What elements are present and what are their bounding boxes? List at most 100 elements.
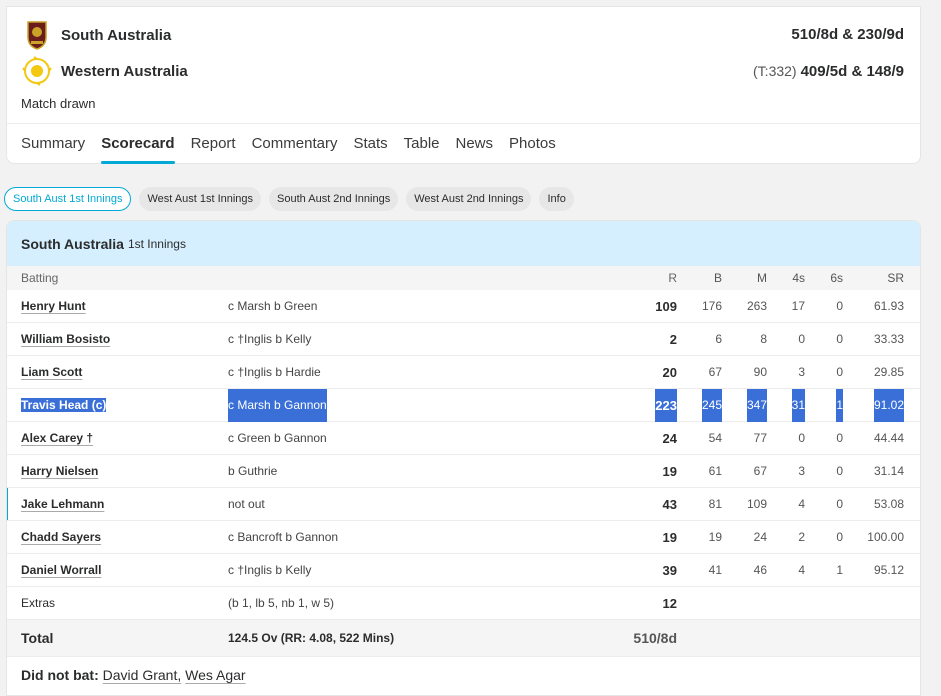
tab-stats[interactable]: Stats	[353, 124, 387, 164]
tab-summary[interactable]: Summary	[21, 124, 85, 164]
tab-report[interactable]: Report	[191, 124, 236, 164]
batter-runs: 223	[655, 389, 677, 422]
batter-fours: 3	[798, 365, 805, 379]
header-strike-rate: SR	[887, 271, 904, 285]
batter-dismissal: c Bancroft b Gannon	[228, 530, 339, 544]
batter-runs: 19	[662, 530, 677, 545]
batter-name[interactable]: Travis Head (c)	[21, 389, 107, 422]
batter-strike-rate: 91.02	[873, 389, 904, 422]
tab-commentary[interactable]: Commentary	[252, 124, 338, 164]
header-sixes: 6s	[830, 271, 843, 285]
batter-name[interactable]: Harry Nielsen	[21, 455, 98, 488]
total-overs: 124.5 Ov (RR: 4.08, 522 Mins)	[228, 631, 395, 645]
batter-balls: 54	[708, 431, 722, 445]
batter-name-link[interactable]: Liam Scott	[21, 365, 82, 379]
batter-name-link[interactable]: Daniel Worrall	[21, 563, 101, 577]
pill-south-aust-2nd-innings[interactable]: South Aust 2nd Innings	[269, 187, 399, 211]
batter-sixes: 0	[836, 365, 843, 379]
batter-balls: 81	[708, 497, 722, 511]
batter-fours: 2	[798, 530, 805, 544]
batter-dismissal: not out	[228, 497, 265, 511]
pill-south-aust-1st-innings[interactable]: South Aust 1st Innings	[4, 187, 132, 211]
pill-west-aust-2nd-innings[interactable]: West Aust 2nd Innings	[406, 187, 532, 211]
did-not-bat-player[interactable]: Wes Agar	[185, 667, 245, 683]
batter-name[interactable]: Henry Hunt	[21, 290, 86, 323]
batter-runs: 43	[662, 497, 677, 512]
batter-fours: 0	[798, 332, 805, 346]
batter-row: Alex Carey † c Green b Gannon 24 54 77 0 0 44.4…	[7, 422, 920, 455]
batter-fours: 4	[798, 563, 805, 577]
innings-label: 1st Innings	[127, 236, 186, 251]
pill-info[interactable]: Info	[539, 187, 574, 211]
batter-runs: 24	[662, 431, 677, 446]
batter-balls: 41	[708, 563, 722, 577]
batter-strike-rate: 33.33	[873, 332, 904, 346]
batter-name[interactable]: Chadd Sayers	[21, 521, 101, 554]
team2-target: (T:332)	[753, 63, 797, 79]
team2-score-block: (T:332) 409/5d & 148/9	[753, 63, 904, 80]
team-row-south-australia[interactable]: South Australia	[21, 20, 171, 50]
batter-sixes: 0	[836, 530, 843, 544]
batter-minutes: 263	[746, 299, 767, 313]
batter-dismissal: c †Inglis b Kelly	[228, 332, 312, 346]
total-label: Total	[21, 630, 54, 646]
header-fours: 4s	[792, 271, 805, 285]
batter-row: Jake Lehmann not out 43 81 109 4 0 53.08	[7, 488, 920, 521]
tab-scorecard[interactable]: Scorecard	[101, 124, 175, 164]
pill-west-aust-1st-innings[interactable]: West Aust 1st Innings	[139, 187, 262, 211]
batter-fours: 4	[798, 497, 805, 511]
batter-minutes: 77	[753, 431, 767, 445]
batter-balls: 67	[708, 365, 722, 379]
batter-sixes: 0	[836, 299, 843, 313]
batter-name-link[interactable]: Henry Hunt	[21, 299, 86, 313]
total-row: Total 124.5 Ov (RR: 4.08, 522 Mins) 510/…	[7, 620, 920, 657]
batter-name[interactable]: William Bosisto	[21, 323, 110, 356]
batter-name-link[interactable]: Chadd Sayers	[21, 530, 101, 544]
batter-minutes: 46	[753, 563, 767, 577]
tab-photos[interactable]: Photos	[509, 124, 556, 164]
batter-row: Travis Head (c) c Marsh b Gannon 223 245 347…	[7, 389, 920, 422]
extras-row: Extras (b 1, lb 5, nb 1, w 5) 12	[7, 587, 920, 620]
batter-runs: 39	[662, 563, 677, 578]
batter-name[interactable]: Alex Carey †	[21, 422, 93, 455]
batter-name[interactable]: Jake Lehmann	[21, 488, 104, 521]
batter-row: Harry Nielsen b Guthrie 19 61 67 3 0 31.14	[7, 455, 920, 488]
batter-name-link[interactable]: Alex Carey †	[21, 431, 93, 445]
scorecard-panel: South Australia 1st Innings Batting R B …	[6, 220, 921, 696]
batter-row: Liam Scott c †Inglis b Hardie 20 67 90 3 0 29.8…	[7, 356, 920, 389]
batter-strike-rate: 61.93	[873, 299, 904, 313]
did-not-bat-player[interactable]: David Grant,	[103, 667, 182, 683]
batter-minutes: 90	[753, 365, 767, 379]
batter-fours: 17	[791, 299, 805, 313]
batter-sixes: 0	[836, 464, 843, 478]
total-value: 510/8d	[633, 630, 677, 646]
batter-runs: 109	[655, 299, 677, 314]
header-runs: R	[668, 271, 677, 285]
team1-name: South Australia	[61, 26, 172, 44]
batter-minutes: 347	[746, 389, 767, 422]
batter-balls: 19	[708, 530, 722, 544]
batter-name-link[interactable]: Travis Head (c)	[21, 398, 107, 412]
match-tabs: Summary Scorecard Report Commentary Stat…	[21, 124, 572, 164]
team-row-western-australia[interactable]: Western Australia	[21, 56, 188, 86]
batter-fours: 3	[798, 464, 805, 478]
batter-name[interactable]: Daniel Worrall	[21, 554, 101, 587]
innings-pills: South Aust 1st Innings West Aust 1st Inn…	[4, 187, 574, 211]
batter-row: Daniel Worrall c †Inglis b Kelly 39 41 46 4 1 9…	[7, 554, 920, 587]
batter-name-link[interactable]: Jake Lehmann	[21, 497, 104, 511]
did-not-bat-label: Did not bat:	[21, 667, 99, 683]
batter-strike-rate: 44.44	[873, 431, 904, 445]
match-header-card: South Australia 510/8d & 230/9d Western …	[6, 6, 921, 164]
batter-balls: 61	[708, 464, 722, 478]
tab-table[interactable]: Table	[404, 124, 440, 164]
team2-score: 409/5d & 148/9	[800, 63, 904, 80]
extras-label: Extras	[21, 596, 56, 610]
batter-name[interactable]: Liam Scott	[21, 356, 82, 389]
did-not-bat: Did not bat: David Grant, Wes Agar	[21, 657, 246, 693]
batter-runs: 20	[662, 365, 677, 380]
batter-name-link[interactable]: William Bosisto	[21, 332, 110, 346]
tab-news[interactable]: News	[456, 124, 494, 164]
batter-dismissal: b Guthrie	[228, 464, 278, 478]
batter-name-link[interactable]: Harry Nielsen	[21, 464, 98, 478]
batter-dismissal: c †Inglis b Kelly	[228, 563, 312, 577]
